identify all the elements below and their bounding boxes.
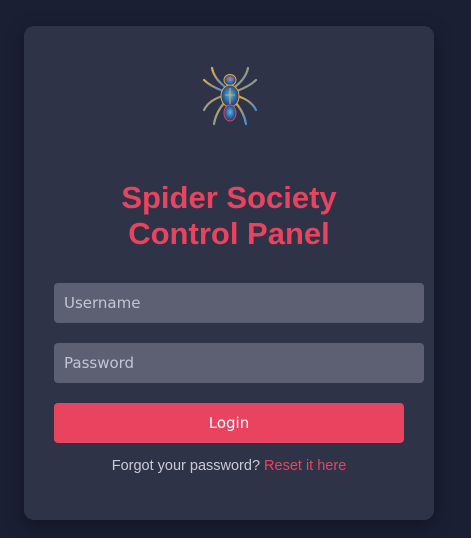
login-card: Spider Society Control Panel Login Forgo…	[24, 26, 434, 520]
spider-logo-icon	[202, 66, 258, 126]
page-title: Spider Society Control Panel	[24, 180, 434, 252]
username-input[interactable]	[54, 283, 424, 323]
forgot-password-text: Forgot your password?	[111, 458, 265, 474]
password-input[interactable]	[54, 343, 424, 383]
title-line-1: Spider Society	[121, 180, 337, 215]
login-button[interactable]: Login	[54, 403, 404, 443]
reset-password-link[interactable]: Reset it here	[264, 458, 346, 474]
forgot-password-row: Forgot your password? Reset it here	[24, 458, 434, 474]
title-line-2: Control Panel	[128, 216, 330, 251]
